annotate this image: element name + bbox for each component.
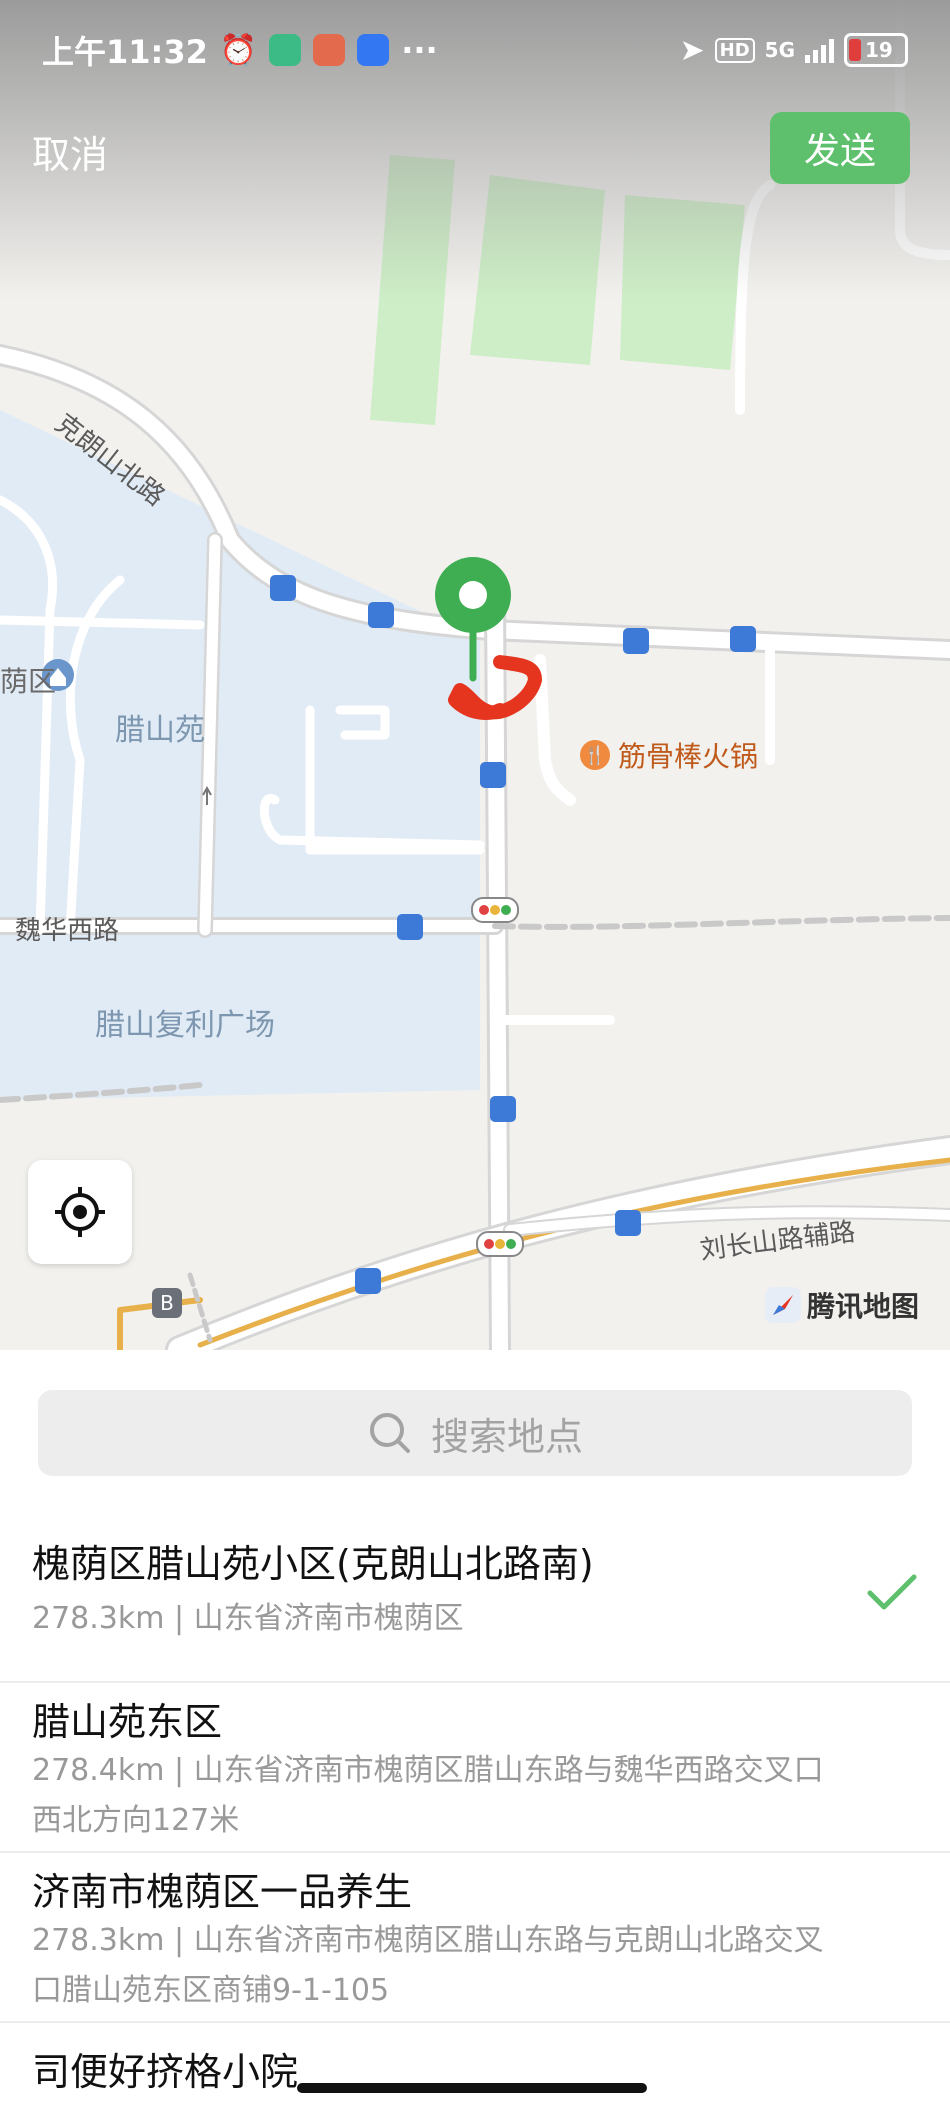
restaurant-icon: 🍴 xyxy=(580,740,610,770)
battery-icon: 19 xyxy=(844,33,908,67)
home-indicator[interactable] xyxy=(297,2083,647,2093)
search-icon xyxy=(369,1413,410,1453)
shield-app-icon xyxy=(269,34,302,66)
map-view[interactable]: 克朗山北路 荫区 腊山苑 魏华西路 腊山复利广场 刘长山路辅路 🍴 筋骨棒火锅 … xyxy=(0,0,950,1350)
feishu-app-icon xyxy=(357,34,390,66)
bus-stop-b-marker: B xyxy=(152,1288,182,1318)
poi-restaurant[interactable]: 🍴 筋骨棒火锅 xyxy=(580,735,758,775)
cancel-button[interactable]: 取消 xyxy=(32,124,108,179)
result-address: 278.3km | 山东省济南市槐荫区腊山东路与克朗山北路交叉口腊山苑东区商铺9… xyxy=(32,1923,824,2008)
map-label-community: 腊山苑 xyxy=(115,713,205,748)
send-button[interactable]: 发送 xyxy=(770,112,910,184)
location-sheet: 搜索地点 槐荫区腊山苑小区(克朗山北路南) 278.3km | 山东省济南市槐荫… xyxy=(0,1350,950,2111)
result-address: 278.3km | 山东省济南市槐荫区 xyxy=(32,1601,464,1636)
search-placeholder: 搜索地点 xyxy=(430,1414,583,1459)
map-label-road-weihua: 魏华西路 xyxy=(15,916,120,946)
status-time: 上午11:32 xyxy=(42,33,208,71)
hd-badge: HD xyxy=(714,37,755,63)
result-item[interactable]: 槐荫区腊山苑小区(克朗山北路南) 278.3km | 山东省济南市槐荫区 xyxy=(0,1515,950,1683)
signal-icon xyxy=(805,37,834,63)
app-notification-icon xyxy=(313,34,346,66)
result-name: 腊山苑东区 xyxy=(32,1700,223,1744)
checkmark-icon xyxy=(867,1574,917,1610)
result-name: 槐荫区腊山苑小区(克朗山北路南) xyxy=(32,1542,594,1586)
map-label-district: 荫区 xyxy=(0,665,57,698)
alarm-icon: ⏰ xyxy=(219,32,258,68)
locate-me-button[interactable] xyxy=(28,1160,132,1264)
result-item[interactable]: 济南市槐荫区一品养生 278.3km | 山东省济南市槐荫区腊山东路与克朗山北路… xyxy=(0,1853,950,2023)
result-item[interactable]: 腊山苑东区 278.4km | 山东省济南市槐荫区腊山东路与魏华西路交叉口西北方… xyxy=(0,1683,950,1853)
map-label-plaza: 腊山复利广场 xyxy=(95,1008,275,1043)
battery-level: 19 xyxy=(865,38,893,62)
status-bar: 上午11:32 ⏰ ··· ➤ HD 5G 19 xyxy=(0,0,950,100)
result-name: 济南市槐荫区一品养生 xyxy=(32,1870,413,1914)
more-notifications-icon: ··· xyxy=(401,31,438,69)
tencent-map-icon xyxy=(765,1287,801,1323)
network-type: 5G xyxy=(764,38,795,62)
map-canvas[interactable] xyxy=(0,0,950,1350)
brand-label: 腾讯地图 xyxy=(807,1290,920,1323)
map-brand: 腾讯地图 xyxy=(765,1285,919,1325)
location-arrow-icon: ➤ xyxy=(679,32,705,68)
crosshair-icon xyxy=(55,1187,105,1237)
poi-restaurant-label: 筋骨棒火锅 xyxy=(618,740,759,773)
result-item[interactable]: 司便好挤格小院 xyxy=(0,2023,950,2111)
result-address: 278.4km | 山东省济南市槐荫区腊山东路与魏华西路交叉口西北方向127米 xyxy=(32,1753,824,1838)
search-input[interactable]: 搜索地点 xyxy=(38,1390,912,1476)
